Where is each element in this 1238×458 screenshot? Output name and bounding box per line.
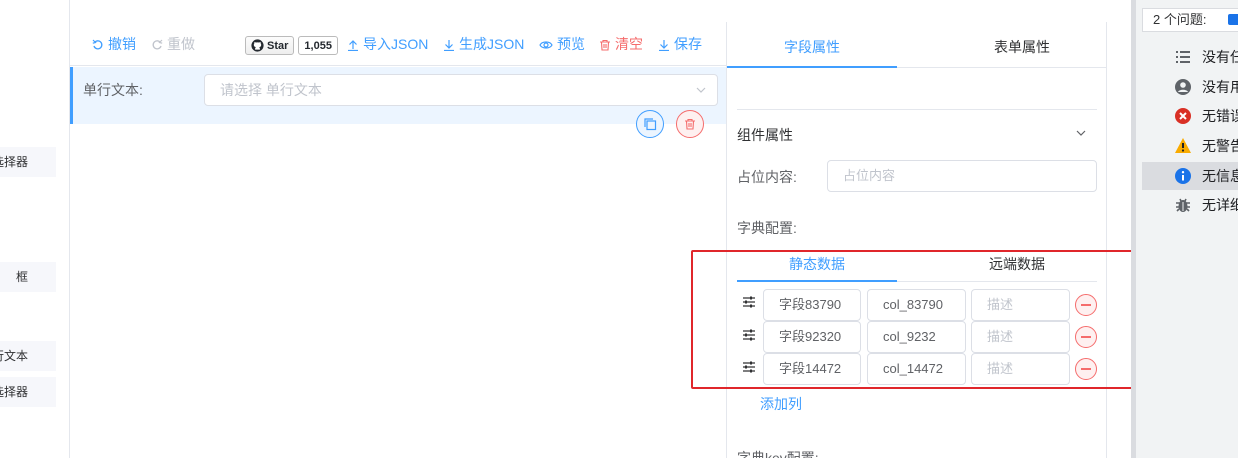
filter-errors[interactable]: 无错误 [1142,102,1238,130]
chevron-down-icon [696,87,706,93]
copy-icon [644,118,657,131]
option-label-input[interactable]: 字段92320 [763,321,861,353]
option-desc-input[interactable]: 描述 [971,321,1070,353]
eye-icon [539,41,553,49]
option-value-input[interactable]: col_14472 [867,353,966,385]
palette-item[interactable]: 间选择器 [0,147,56,177]
option-desc-input[interactable]: 描述 [971,289,1070,321]
delete-item-button[interactable] [676,110,704,138]
generate-json-button[interactable]: 生成JSON [443,22,524,66]
github-star-count[interactable]: 1,055 [298,36,338,55]
filter-verbose[interactable]: 无详细消息 [1142,191,1238,219]
issues-header[interactable]: 2 个问题: [1142,8,1238,32]
remove-option-button[interactable] [1075,294,1097,316]
palette-item[interactable]: 单行文本 [0,341,56,371]
drag-handle-icon[interactable] [742,360,756,374]
filter-user-messages[interactable]: 没有用户消息 [1142,73,1238,101]
property-panel: 字段属性 表单属性 组件属性 占位内容: 占位内容 字典配置: 静态数据 远端数… [726,22,1107,458]
placeholder-label: 占位内容: [737,169,797,185]
filter-warnings[interactable]: 无警告 [1142,132,1238,160]
save-button[interactable]: 保存 [658,22,702,66]
github-star-button[interactable]: Star [245,36,295,55]
dict-source-tabs: 静态数据 远端数据 [737,250,1097,282]
upload-icon [348,40,358,52]
selected-form-item[interactable]: 单行文本: 请选择 单行文本 [70,67,726,124]
bug-icon [1176,198,1190,212]
remove-option-button[interactable] [1075,358,1097,380]
download-icon [444,40,454,52]
field-label: 单行文本: [83,82,143,98]
property-tabs: 字段属性 表单属性 [727,22,1107,68]
add-column-link[interactable]: 添加列 [760,394,802,414]
tab-remote-data[interactable]: 远端数据 [937,250,1097,282]
download-icon [659,40,669,52]
redo-icon [152,39,163,50]
trash-icon [685,118,695,130]
component-palette: 间选择器 框 单行文本 间选择器 [0,0,70,458]
drag-handle-icon[interactable] [742,295,756,309]
import-json-button[interactable]: 导入JSON [347,22,428,66]
user-icon [1175,79,1191,95]
tab-field-properties[interactable]: 字段属性 [727,22,897,68]
warning-icon [1175,138,1191,153]
filter-all-messages[interactable]: 没有任何消息 [1142,43,1238,71]
design-canvas: 撤销 重做 Star 1,055 导入JSON 生成JSON 预览 清空 保存 … [70,22,726,458]
trash-icon [600,39,610,51]
info-icon [1175,168,1191,184]
component-props-title[interactable]: 组件属性 [737,125,793,145]
clear-button[interactable]: 清空 [599,22,643,66]
undo-icon [92,39,103,50]
select-placeholder: 请选择 单行文本 [220,82,322,98]
divider [737,109,1097,110]
dict-key-config-label: 字典key配置: [737,450,819,458]
option-value-input[interactable]: col_9232 [867,321,966,353]
placeholder-input[interactable]: 占位内容 [827,160,1097,192]
devtools-issues-panel: 2 个问题: 没有任何消息 没有用户消息 无错误 无警告 无信息 无详细消息 [1131,0,1238,458]
github-icon [251,39,264,52]
undo-button[interactable]: 撤销 [92,22,136,66]
github-star-widget[interactable]: Star 1,055 [245,36,338,55]
list-icon [1176,51,1190,63]
issue-flag-icon [1228,14,1238,25]
tab-form-properties[interactable]: 表单属性 [937,22,1107,68]
option-label-input[interactable]: 字段14472 [763,353,861,385]
error-icon [1175,108,1191,124]
palette-item[interactable]: 框 [0,262,56,292]
filter-info[interactable]: 无信息 [1142,162,1238,190]
tab-static-data[interactable]: 静态数据 [737,250,897,282]
option-label-input[interactable]: 字段83790 [763,289,861,321]
copy-item-button[interactable] [636,110,664,138]
option-value-input[interactable]: col_83790 [867,289,966,321]
chevron-down-icon[interactable] [1075,127,1087,139]
palette-item[interactable]: 间选择器 [0,377,56,407]
app-root: 间选择器 框 单行文本 间选择器 撤销 重做 Star 1,055 导入JSON [0,0,1238,458]
preview-button[interactable]: 预览 [539,22,585,66]
toolbar: 撤销 重做 Star 1,055 导入JSON 生成JSON 预览 清空 保存 [70,22,726,66]
option-desc-input[interactable]: 描述 [971,353,1070,385]
dict-config-label: 字典配置: [737,220,797,236]
drag-handle-icon[interactable] [742,328,756,342]
remove-option-button[interactable] [1075,326,1097,348]
single-text-select[interactable]: 请选择 单行文本 [204,74,718,106]
redo-button[interactable]: 重做 [151,22,195,66]
